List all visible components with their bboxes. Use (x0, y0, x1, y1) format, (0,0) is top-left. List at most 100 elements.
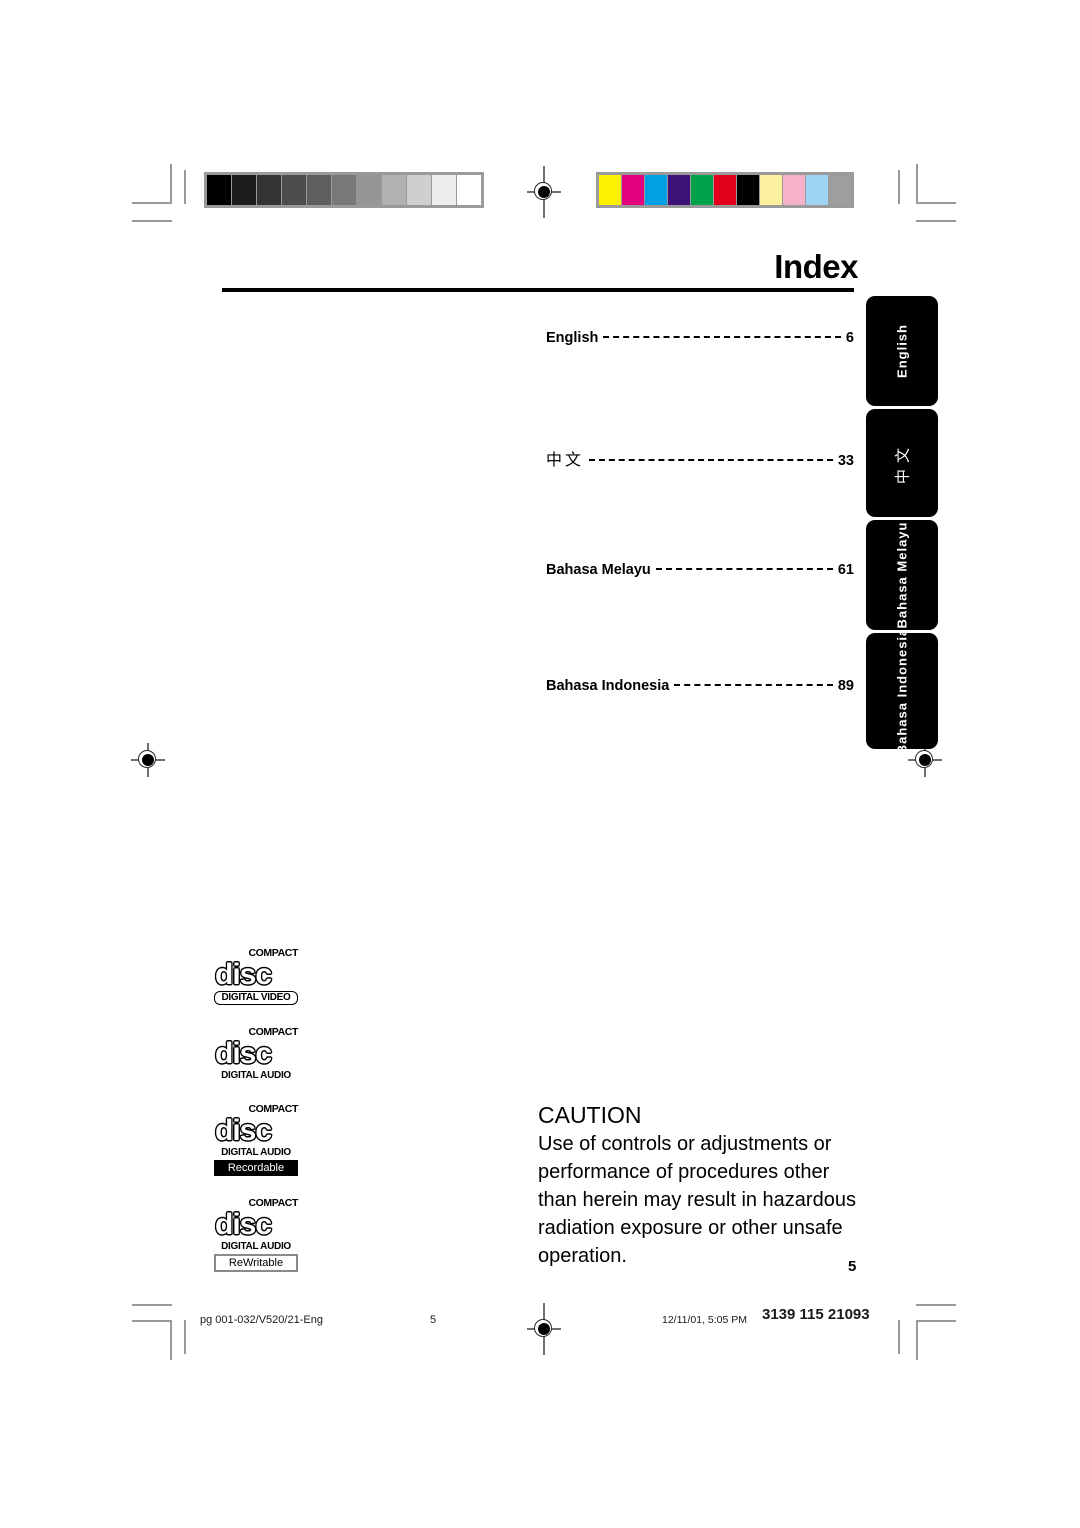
color-swatch-6 (737, 175, 759, 205)
disc-compact-label: COMPACT (248, 1197, 298, 1209)
color-swatch-5 (714, 175, 736, 205)
disc-badge-label: ReWritable (214, 1254, 298, 1272)
index-entry-list: English 6 中文 33 Bahasa Melayu 61 Bahasa Indone… (546, 330, 854, 794)
crop-mark-top-left-bleed (132, 220, 172, 222)
index-entry-leader (674, 684, 833, 686)
footer-page-number: 5 (430, 1314, 437, 1326)
crop-mark-bottom-left-trim (184, 1320, 186, 1354)
footer-document-id: pg 001-032/V520/21-Eng (200, 1314, 323, 1326)
crop-mark-bottom-left-bleed (132, 1304, 172, 1306)
color-swatch-4 (691, 175, 713, 205)
caution-body: Use of controls or adjustments or perfor… (538, 1133, 856, 1267)
registration-dot (538, 1323, 550, 1335)
disc-wordmark: disc (215, 1037, 272, 1070)
color-swatch-1 (622, 175, 644, 205)
language-tab-bahasa-indonesia[interactable]: Bahasa Indonesia (866, 633, 938, 749)
index-entry-row[interactable]: English 6 (546, 330, 854, 446)
language-tab-label: 中文 (894, 441, 912, 485)
compact-disc-logo: disc COMPACT DIGITAL VIDEO (214, 948, 298, 1005)
crop-mark-bottom-left-vertical (170, 1320, 172, 1360)
disc-compact-label: COMPACT (248, 947, 298, 959)
color-swatch-8 (783, 175, 805, 205)
grayscale-swatch-1 (232, 175, 256, 205)
color-swatch-0 (599, 175, 621, 205)
crop-mark-top-left-trim (184, 170, 186, 204)
color-swatch-10 (829, 175, 851, 205)
grayscale-swatch-9 (432, 175, 456, 205)
index-entry-row[interactable]: Bahasa Melayu 61 (546, 562, 854, 678)
index-entry-page-number: 89 (837, 678, 854, 694)
grayscale-swatch-5 (332, 175, 356, 205)
caution-notice: CAUTION Use of controls or adjustments o… (538, 1100, 868, 1270)
index-entry-page-number: 33 (837, 453, 854, 469)
printed-page: Index English 6 中文 33 Bahasa Melayu 61 Bahasa … (0, 0, 1080, 1528)
grayscale-swatch-7 (382, 175, 406, 205)
disc-format-logo-stack: disc COMPACT DIGITAL VIDEO disc COMPACT DIGIT… (214, 948, 298, 1294)
page-number: 5 (848, 1258, 857, 1275)
grayscale-swatch-0 (207, 175, 231, 205)
disc-wordmark: disc (215, 1114, 272, 1147)
disc-format-label: DIGITAL AUDIO (221, 1147, 291, 1158)
crop-mark-top-right-bleed (916, 220, 956, 222)
compact-disc-logo: disc COMPACT DIGITAL AUDIO ReWritable (214, 1198, 298, 1272)
crop-mark-top-left-vertical (170, 164, 172, 204)
disc-badge-label: Recordable (214, 1160, 298, 1176)
registration-mark-top-center (527, 166, 561, 218)
color-swatch-2 (645, 175, 667, 205)
crop-mark-bottom-right-horizontal (916, 1320, 956, 1322)
disc-wordmark: disc (215, 1208, 272, 1241)
grayscale-swatch-8 (407, 175, 431, 205)
footer-part-code: 3139 115 21093 (762, 1306, 870, 1323)
language-tab-label: Bahasa Indonesia (894, 633, 910, 749)
index-entry-label: Bahasa Indonesia (546, 678, 670, 694)
grayscale-swatch-3 (282, 175, 306, 205)
grayscale-calibration-bar (204, 172, 484, 208)
registration-dot (538, 186, 550, 198)
color-swatch-9 (806, 175, 828, 205)
footer-timestamp: 12/11/01, 5:05 PM (662, 1314, 748, 1326)
disc-format-label: DIGITAL VIDEO (214, 991, 298, 1005)
language-tab-english[interactable]: English (866, 296, 938, 406)
index-entry-row[interactable]: Bahasa Indonesia 89 (546, 678, 854, 794)
index-entry-row[interactable]: 中文 33 (546, 446, 854, 562)
disc-format-label: DIGITAL AUDIO (221, 1241, 291, 1252)
crop-mark-top-right-trim (898, 170, 900, 204)
crop-mark-top-right-horizontal (916, 202, 956, 204)
crop-mark-bottom-right-vertical (916, 1320, 918, 1360)
compact-disc-logo: disc COMPACT DIGITAL AUDIO (214, 1027, 298, 1082)
crop-mark-top-left-horizontal (132, 202, 172, 204)
disc-wordmark: disc (215, 958, 272, 991)
language-tab-中文[interactable]: 中文 (866, 409, 938, 517)
color-swatch-7 (760, 175, 782, 205)
page-title: Index (774, 248, 858, 285)
color-swatch-3 (668, 175, 690, 205)
title-divider (222, 288, 854, 292)
index-entry-label: 中文 (546, 452, 585, 469)
index-entry-label: Bahasa Melayu (546, 562, 651, 578)
crop-mark-top-right-vertical (916, 164, 918, 204)
index-entry-leader (603, 336, 841, 338)
registration-mark-bottom-center (527, 1303, 561, 1355)
grayscale-swatch-6 (357, 175, 381, 205)
grayscale-swatch-2 (257, 175, 281, 205)
compact-disc-logo: disc COMPACT DIGITAL AUDIO Recordable (214, 1104, 298, 1176)
registration-mark-left-middle (131, 743, 165, 777)
grayscale-swatch-10 (457, 175, 481, 205)
crop-mark-bottom-right-trim (898, 1320, 900, 1354)
caution-heading: CAUTION (538, 1102, 642, 1128)
language-tab-label: Bahasa Melayu (894, 521, 910, 629)
index-entry-leader (589, 459, 833, 461)
language-tab-bahasa-melayu[interactable]: Bahasa Melayu (866, 520, 938, 630)
index-entry-leader (655, 568, 833, 570)
disc-compact-label: COMPACT (248, 1103, 298, 1115)
language-tab-strip: English 中文 Bahasa Melayu Bahasa Indonesia (866, 296, 938, 752)
disc-compact-label: COMPACT (248, 1026, 298, 1038)
crop-mark-bottom-left-horizontal (132, 1320, 172, 1322)
grayscale-swatch-4 (307, 175, 331, 205)
language-tab-label: English (894, 324, 910, 378)
index-entry-label: English (546, 330, 599, 346)
registration-dot (919, 754, 931, 766)
registration-dot (142, 754, 154, 766)
disc-format-label: DIGITAL AUDIO (221, 1070, 291, 1081)
color-calibration-bar (596, 172, 854, 208)
